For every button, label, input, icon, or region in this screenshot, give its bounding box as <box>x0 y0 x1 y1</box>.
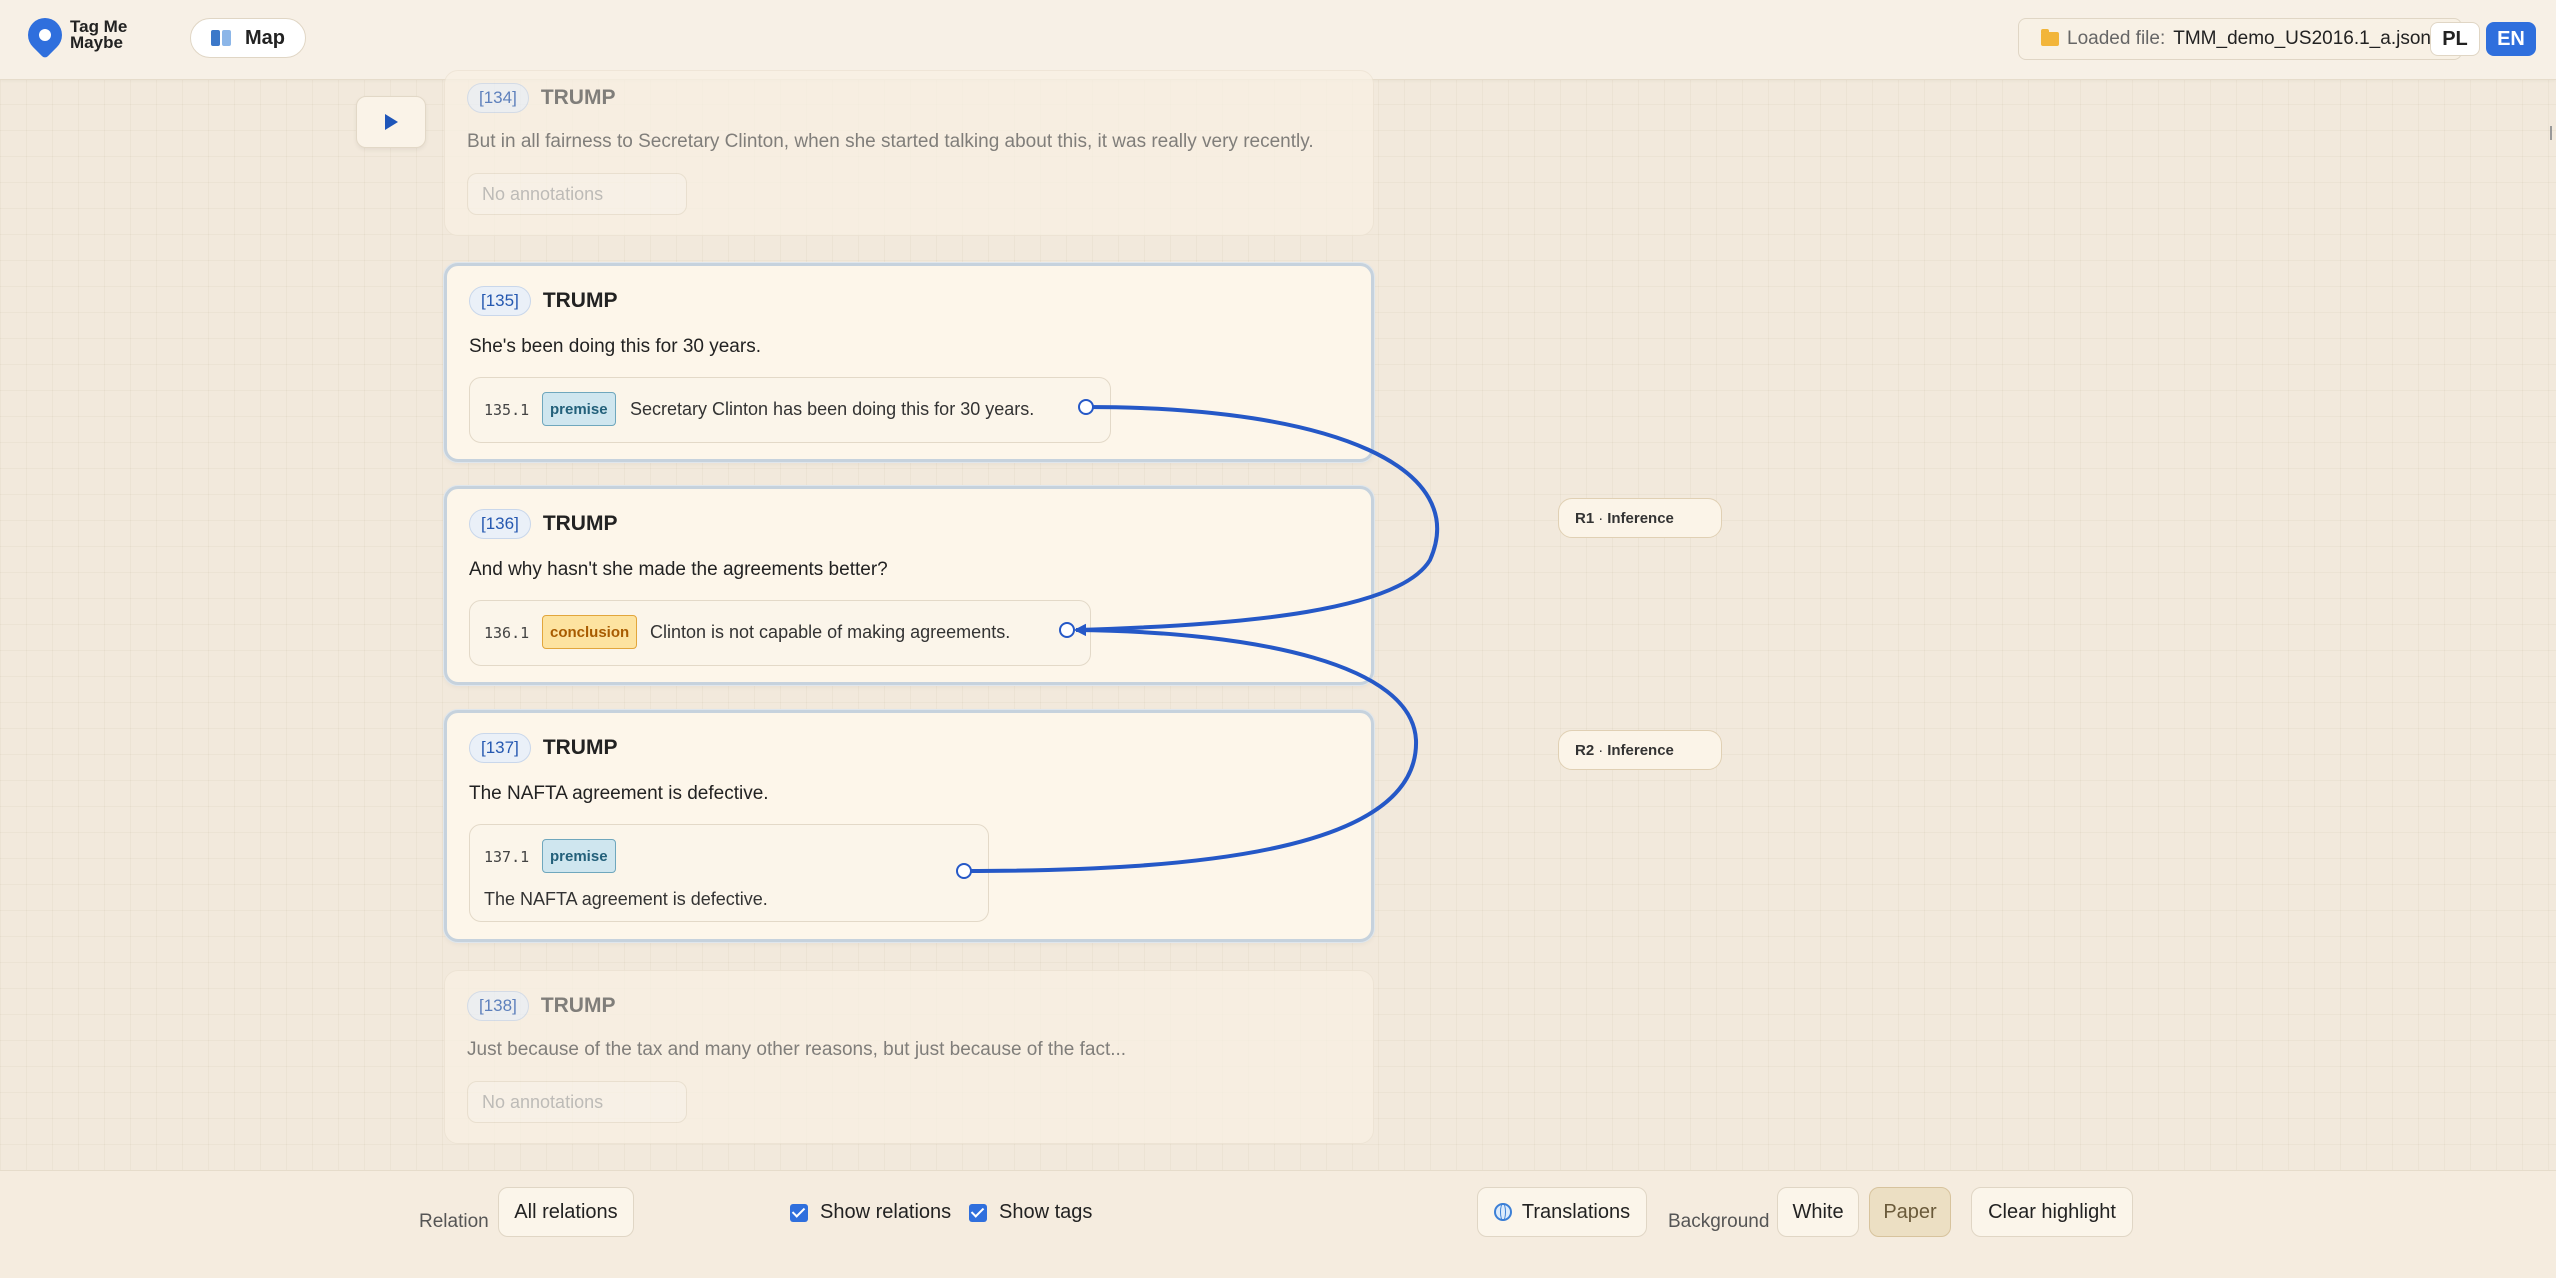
show-tags-label: Show tags <box>999 1201 1093 1223</box>
annotation-segment[interactable]: 136.1 conclusion Clinton is not capable … <box>469 600 1091 666</box>
play-button[interactable] <box>356 96 426 148</box>
relation-id: R1 <box>1575 509 1595 527</box>
annotation-anchor-135-1[interactable] <box>1078 399 1094 415</box>
bottom-toolbar: Relation All relations Show relations Sh… <box>0 1170 2556 1278</box>
tag-conclusion[interactable]: conclusion <box>542 615 638 649</box>
annotation-id: 135.1 <box>484 401 530 419</box>
annotation-id: 136.1 <box>484 624 530 642</box>
utterance-card[interactable]: [137] TRUMP The NAFTA agreement is defec… <box>444 710 1374 942</box>
utterance-card[interactable]: [136] TRUMP And why hasn't she made the … <box>444 486 1374 685</box>
relation-filter-label: Relation <box>419 1211 489 1232</box>
tag-premise[interactable]: premise <box>542 839 616 873</box>
utterance-text: But in all fairness to Secretary Clinton… <box>467 131 1314 152</box>
annotation-text: The NAFTA agreement is defective. <box>484 889 768 909</box>
loaded-file-label: Loaded file: <box>2067 28 2166 49</box>
utterance-text: She's been doing this for 30 years. <box>469 336 761 357</box>
translations-label: Translations <box>1521 1200 1631 1223</box>
speaker-name: TRUMP <box>540 86 616 109</box>
annotation-text: Secretary Clinton has been doing this fo… <box>630 399 1035 419</box>
relation-chip-r1[interactable]: R1 · Inference <box>1558 498 1722 538</box>
utterance-card[interactable]: [138] TRUMP Just because of the tax and … <box>444 970 1374 1144</box>
relation-separator: · <box>1598 509 1604 527</box>
annotation-anchor-136-1[interactable] <box>1059 622 1075 638</box>
loaded-file-name: TMM_demo_US2016.1_a.json <box>2173 28 2431 49</box>
speaker-name: TRUMP <box>540 994 616 1017</box>
card-header: [138] TRUMP <box>467 991 615 1021</box>
show-relations-toggle[interactable]: Show relations <box>790 1201 951 1224</box>
tag-premise[interactable]: premise <box>542 392 616 426</box>
relation-id: R2 <box>1575 741 1595 759</box>
scroll-edge-marker <box>2550 126 2552 140</box>
speaker-name: TRUMP <box>542 512 618 535</box>
relation-chip-r2[interactable]: R2 · Inference <box>1558 730 1722 770</box>
background-label: Background <box>1668 1211 1770 1232</box>
map-button[interactable]: Map <box>190 18 306 58</box>
map-pin-icon <box>20 10 70 60</box>
loaded-file-indicator: Loaded file: TMM_demo_US2016.1_a.json <box>2018 18 2462 60</box>
utterance-text: The NAFTA agreement is defective. <box>469 783 769 804</box>
relation-filter-select[interactable]: All relations <box>498 1187 634 1237</box>
utterance-card[interactable]: [135] TRUMP She's been doing this for 30… <box>444 263 1374 462</box>
relation-type: Inference <box>1607 741 1674 759</box>
top-bar: Tag Me Maybe Map Loaded file: TMM_demo_U… <box>0 0 2556 80</box>
app-name: Tag Me Maybe <box>70 17 128 52</box>
utterance-number: [136] <box>469 509 531 539</box>
no-annotations: No annotations <box>467 1081 687 1123</box>
card-header: [134] TRUMP <box>467 83 615 113</box>
app-logo[interactable]: Tag Me Maybe <box>20 10 128 60</box>
background-white-button[interactable]: White <box>1777 1187 1859 1237</box>
utterance-number: [137] <box>469 733 531 763</box>
utterance-number: [134] <box>467 83 529 113</box>
utterance-text: Just because of the tax and many other r… <box>467 1039 1127 1060</box>
language-en-button[interactable]: EN <box>2486 22 2536 56</box>
no-annotations: No annotations <box>467 173 687 215</box>
show-relations-label: Show relations <box>820 1201 952 1223</box>
language-pl-button[interactable]: PL <box>2430 22 2480 56</box>
annotation-segment[interactable]: 137.1 premise The NAFTA agreement is def… <box>469 824 989 922</box>
clear-highlight-button[interactable]: Clear highlight <box>1971 1187 2133 1237</box>
relation-type: Inference <box>1607 509 1674 527</box>
map-button-label: Map <box>245 26 285 49</box>
utterance-number: [138] <box>467 991 529 1021</box>
relation-separator: · <box>1598 741 1604 759</box>
utterance-card[interactable]: [134] TRUMP But in all fairness to Secre… <box>444 70 1374 236</box>
show-tags-toggle[interactable]: Show tags <box>969 1201 1092 1224</box>
play-icon <box>384 114 398 130</box>
utterance-text: And why hasn't she made the agreements b… <box>469 559 888 580</box>
speaker-name: TRUMP <box>542 736 618 759</box>
annotation-text: Clinton is not capable of making agreeme… <box>650 622 1011 642</box>
show-relations-checkbox[interactable] <box>790 1203 808 1222</box>
annotation-id: 137.1 <box>484 848 530 866</box>
background-paper-button[interactable]: Paper <box>1869 1187 1951 1237</box>
card-header: [136] TRUMP <box>469 509 617 539</box>
utterance-number: [135] <box>469 286 531 316</box>
folder-icon <box>2041 29 2059 46</box>
globe-icon <box>1493 1203 1512 1221</box>
card-header: [137] TRUMP <box>469 733 617 763</box>
speaker-name: TRUMP <box>542 289 618 312</box>
card-header: [135] TRUMP <box>469 286 617 316</box>
annotation-anchor-137-1[interactable] <box>956 863 972 879</box>
show-tags-checkbox[interactable] <box>969 1203 987 1222</box>
book-icon <box>211 30 231 46</box>
translations-button[interactable]: Translations <box>1477 1187 1647 1237</box>
annotation-segment[interactable]: 135.1 premise Secretary Clinton has been… <box>469 377 1111 443</box>
